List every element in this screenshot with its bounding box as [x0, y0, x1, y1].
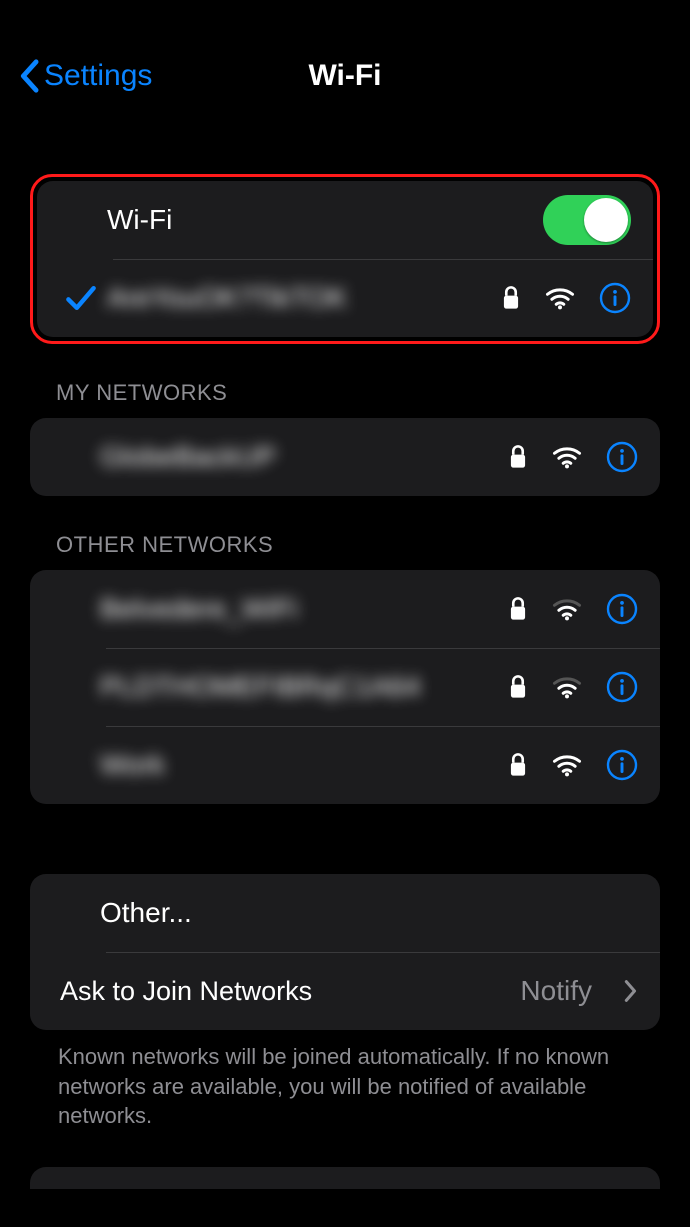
ask-to-join-label: Ask to Join Networks [60, 976, 520, 1007]
wifi-toggle[interactable] [543, 195, 631, 245]
toggle-knob [584, 198, 628, 242]
info-icon[interactable] [606, 671, 638, 703]
lock-icon [508, 674, 528, 700]
nav-bar: Settings Wi-Fi [0, 48, 690, 104]
ask-to-join-value: Notify [520, 975, 592, 1007]
other-label: Other... [100, 897, 642, 929]
back-label: Settings [44, 59, 152, 93]
info-icon[interactable] [606, 441, 638, 473]
page-title: Wi-Fi [308, 59, 381, 93]
my-networks-header: MY NETWORKS [56, 380, 642, 406]
chevron-right-icon [624, 979, 638, 1003]
next-group-peek [30, 1167, 660, 1189]
checkmark-icon [64, 284, 98, 312]
network-row[interactable]: PLDTHOMEFIBRqC1A64 [30, 648, 660, 726]
other-networks-header: OTHER NETWORKS [56, 532, 642, 558]
info-icon[interactable] [606, 749, 638, 781]
lock-icon [508, 444, 528, 470]
connected-network-row[interactable]: AreYouOK?TikTOK [37, 259, 653, 337]
wifi-toggle-row: Wi-Fi [37, 181, 653, 259]
options-group: Other... Ask to Join Networks Notify [30, 874, 660, 1030]
back-button[interactable]: Settings [18, 59, 152, 93]
other-network-row[interactable]: Other... [30, 874, 660, 952]
highlight-box: Wi-Fi AreYouOK?TikTOK [30, 174, 660, 344]
chevron-left-icon [18, 59, 40, 93]
wifi-label: Wi-Fi [107, 204, 543, 236]
network-name: Work [100, 749, 508, 781]
lock-icon [508, 752, 528, 778]
ask-to-join-footer: Known networks will be joined automatica… [58, 1042, 642, 1131]
network-name: GlobeBackUP [100, 441, 508, 473]
info-icon[interactable] [606, 593, 638, 625]
network-name: Belvedere_WiFi [100, 593, 508, 625]
other-networks-group: Belvedere_WiFi PLDTHOMEFIBRqC1A64 [30, 570, 660, 804]
connected-network-name: AreYouOK?TikTOK [107, 282, 501, 314]
my-networks-group: GlobeBackUP [30, 418, 660, 496]
ask-to-join-row[interactable]: Ask to Join Networks Notify [30, 952, 660, 1030]
network-row[interactable]: Belvedere_WiFi [30, 570, 660, 648]
info-icon[interactable] [599, 282, 631, 314]
lock-icon [501, 285, 521, 311]
wifi-signal-icon [552, 675, 582, 699]
lock-icon [508, 596, 528, 622]
wifi-main-group: Wi-Fi AreYouOK?TikTOK [37, 181, 653, 337]
wifi-signal-icon [552, 597, 582, 621]
network-row[interactable]: Work [30, 726, 660, 804]
wifi-settings-screen: Settings Wi-Fi Wi-Fi [0, 0, 690, 1227]
network-name: PLDTHOMEFIBRqC1A64 [100, 671, 508, 703]
wifi-signal-icon [552, 445, 582, 469]
wifi-signal-icon [552, 753, 582, 777]
network-row[interactable]: GlobeBackUP [30, 418, 660, 496]
wifi-signal-icon [545, 286, 575, 310]
